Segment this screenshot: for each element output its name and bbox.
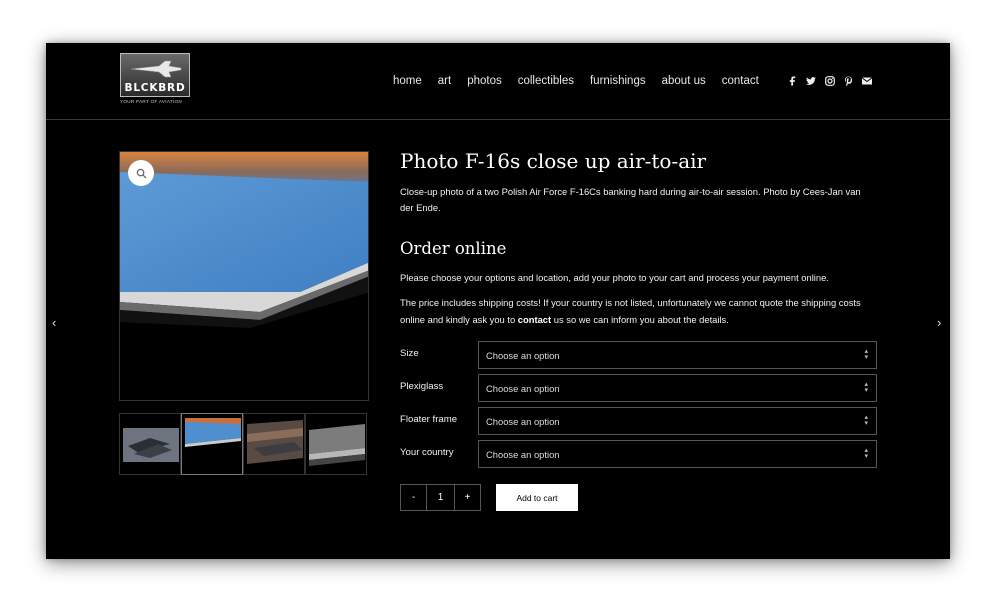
- quantity-input[interactable]: 1: [427, 484, 454, 511]
- select-caret-icon: ▴ ▾: [864, 447, 868, 460]
- order-heading: Order online: [400, 239, 507, 258]
- nav-item-art[interactable]: art: [438, 75, 451, 87]
- main-nav: home art photos collectibles furnishings…: [393, 75, 759, 87]
- thumbnail-image: [306, 414, 366, 474]
- thumbnail-1[interactable]: [119, 413, 181, 475]
- thumbnail-image: [244, 414, 304, 474]
- contact-link[interactable]: contact: [518, 314, 551, 325]
- prev-arrow[interactable]: ‹: [52, 315, 56, 330]
- size-select[interactable]: Choose an option ▴ ▾: [478, 341, 877, 369]
- shipping-note-text-end: us so we can inform you about the detail…: [551, 314, 729, 325]
- quantity-minus-button[interactable]: -: [400, 484, 427, 511]
- quantity-plus-button[interactable]: +: [454, 484, 481, 511]
- product-title: Photo F-16s close up air-to-air: [400, 149, 707, 173]
- select-value: Choose an option: [486, 383, 560, 394]
- product-main-image[interactable]: [119, 151, 369, 401]
- nav-item-about-us[interactable]: about us: [662, 75, 706, 87]
- quantity-stepper: - 1 +: [400, 484, 481, 511]
- select-value: Choose an option: [486, 416, 560, 427]
- nav-item-home[interactable]: home: [393, 75, 422, 87]
- mail-icon[interactable]: [862, 77, 872, 85]
- nav-item-contact[interactable]: contact: [722, 75, 759, 87]
- logo-tagline: YOUR PART OF AVIATION: [120, 99, 183, 104]
- page-frame: BLCKBRD YOUR PART OF AVIATION home art p…: [46, 43, 950, 559]
- logo-word: BLCKBRD: [124, 82, 186, 94]
- search-icon: [136, 168, 147, 179]
- shipping-note: The price includes shipping costs! If yo…: [400, 294, 880, 328]
- select-caret-icon: ▴ ▾: [864, 414, 868, 427]
- option-label: Size: [400, 348, 419, 359]
- thumbnail-image: [120, 414, 180, 474]
- option-row-plexiglass: Plexiglass Choose an option ▴ ▾: [400, 374, 878, 402]
- thumbnail-strip: [119, 413, 367, 475]
- logo[interactable]: BLCKBRD YOUR PART OF AVIATION: [120, 53, 192, 111]
- instagram-icon[interactable]: [825, 76, 835, 86]
- add-to-cart-button[interactable]: Add to cart: [496, 484, 578, 511]
- floater-frame-select[interactable]: Choose an option ▴ ▾: [478, 407, 877, 435]
- option-label: Plexiglass: [400, 381, 444, 392]
- twitter-icon[interactable]: [806, 76, 816, 86]
- thumbnail-image: [182, 414, 242, 474]
- logo-badge: BLCKBRD: [120, 53, 190, 97]
- header-divider: [46, 119, 950, 120]
- facebook-icon[interactable]: [788, 76, 797, 86]
- pinterest-icon[interactable]: [844, 76, 853, 86]
- option-row-size: Size Choose an option ▴ ▾: [400, 341, 878, 369]
- order-intro: Please choose your options and location,…: [400, 272, 829, 283]
- option-label: Floater frame: [400, 414, 458, 425]
- product-description: Close-up photo of a two Polish Air Force…: [400, 186, 861, 213]
- select-value: Choose an option: [486, 350, 560, 361]
- option-row-floater-frame: Floater frame Choose an option ▴ ▾: [400, 407, 878, 435]
- option-row-country: Your country Choose an option ▴ ▾: [400, 440, 878, 468]
- thumbnail-4[interactable]: [305, 413, 367, 475]
- social-links: [788, 76, 872, 86]
- option-label: Your country: [400, 447, 454, 458]
- thumbnail-2[interactable]: [181, 413, 243, 475]
- jet-icon: [130, 60, 182, 78]
- nav-item-collectibles[interactable]: collectibles: [518, 75, 574, 87]
- next-arrow[interactable]: ›: [937, 315, 941, 330]
- plexiglass-select[interactable]: Choose an option ▴ ▾: [478, 374, 877, 402]
- zoom-button[interactable]: [128, 160, 154, 186]
- nav-item-photos[interactable]: photos: [467, 75, 502, 87]
- country-select[interactable]: Choose an option ▴ ▾: [478, 440, 877, 468]
- thumbnail-3[interactable]: [243, 413, 305, 475]
- select-caret-icon: ▴ ▾: [864, 348, 868, 361]
- select-value: Choose an option: [486, 449, 560, 460]
- product-photo: [120, 152, 368, 400]
- select-caret-icon: ▴ ▾: [864, 381, 868, 394]
- nav-item-furnishings[interactable]: furnishings: [590, 75, 646, 87]
